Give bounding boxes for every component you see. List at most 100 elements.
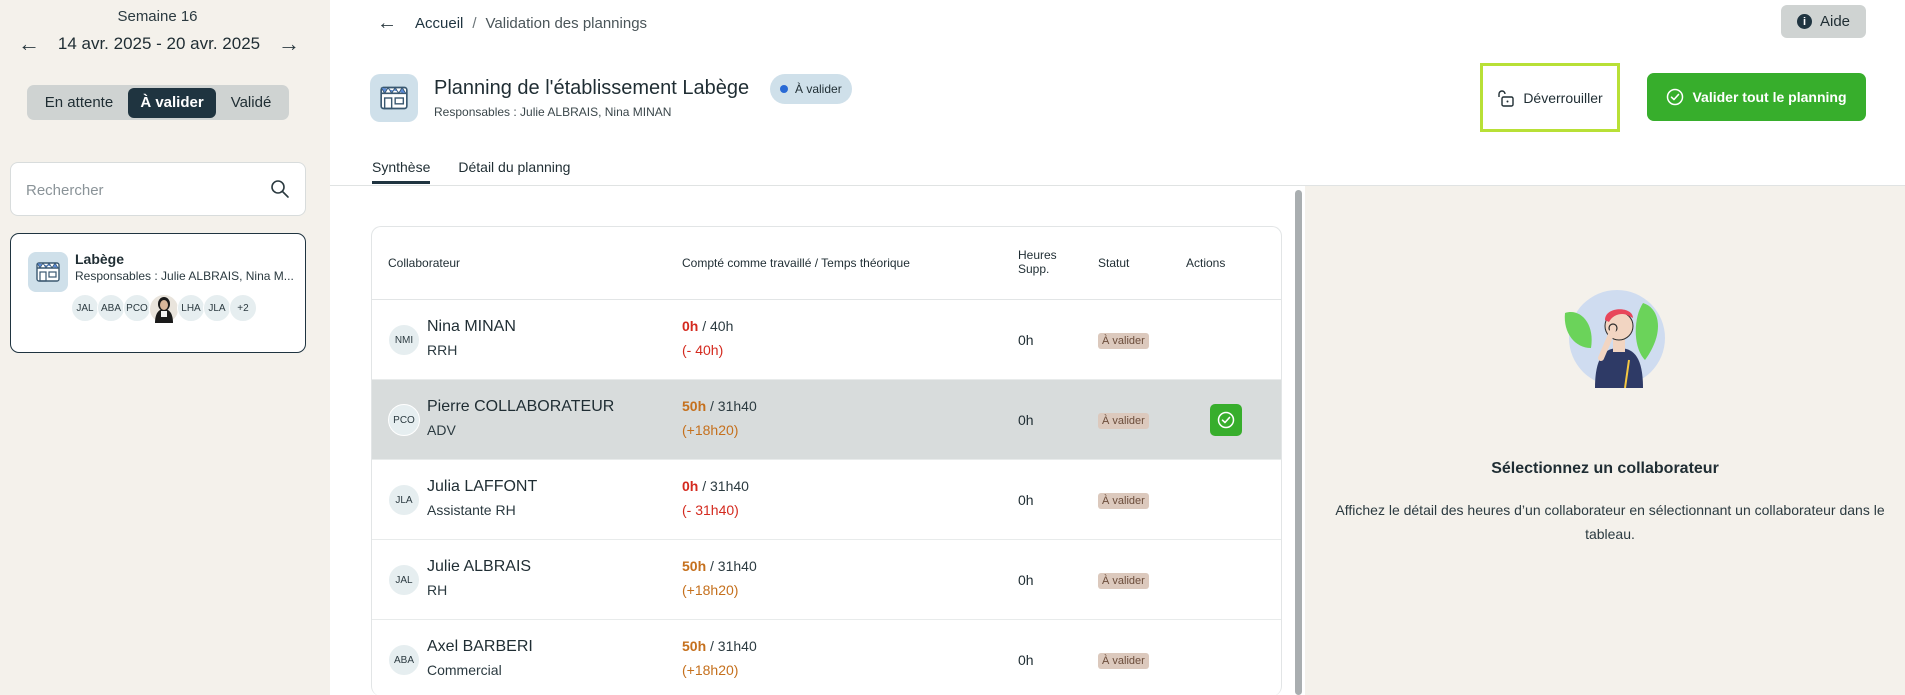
validate-all-button[interactable]: Valider tout le planning	[1647, 73, 1866, 121]
hours-diff: (+18h20)	[682, 422, 739, 438]
theoretical-hours: / 31h40	[698, 478, 749, 494]
collaborator-job: RH	[427, 582, 448, 598]
worked-time: 0h / 31h40	[682, 478, 749, 494]
collaborator-job: ADV	[427, 422, 456, 438]
header-collaborateur: Collaborateur	[388, 256, 461, 270]
theoretical-hours: / 31h40	[706, 638, 757, 654]
hours-diff: (- 40h)	[682, 342, 724, 358]
breadcrumb: ← Accueil / Validation des plannings	[377, 12, 647, 35]
worked-hours: 0h	[682, 478, 699, 494]
header-actions: Actions	[1186, 256, 1226, 270]
status-dot-icon	[780, 85, 788, 93]
status-filter: En attente À valider Validé	[27, 85, 289, 120]
collaborator-name: Axel BARBERI	[427, 638, 533, 655]
hours-diff: (+18h20)	[682, 582, 739, 598]
avatar: PCO	[123, 294, 151, 322]
collaborator-name: Julia LAFFONT	[427, 478, 538, 495]
sidebar: Semaine 16 ← 14 avr. 2025 - 20 avr. 2025…	[0, 0, 330, 695]
header-statut: Statut	[1098, 256, 1130, 270]
header-heures-line2: Supp.	[1018, 262, 1050, 276]
row-status-badge: À valider	[1098, 333, 1149, 349]
unlock-label: Déverrouiller	[1523, 89, 1603, 106]
overtime-hours: 0h	[1018, 332, 1034, 348]
hours-diff: (+18h20)	[682, 662, 739, 678]
avatar: JLA	[388, 484, 420, 516]
search-input[interactable]	[26, 177, 266, 203]
table-row[interactable]: ABA Axel BARBERI Commercial 50h / 31h40 …	[372, 620, 1281, 695]
unlock-icon	[1498, 89, 1515, 107]
page-responsables: Responsables : Julie ALBRAIS, Nina MINAN	[434, 105, 672, 119]
avatar: JAL	[388, 564, 420, 596]
tabs: Synthèse Détail du planning	[372, 159, 570, 184]
avatar-photo	[149, 294, 179, 324]
avatar: LHA	[177, 294, 205, 322]
detail-panel-title: Sélectionnez un collaborateur	[1491, 460, 1719, 477]
row-status-badge: À valider	[1098, 493, 1149, 509]
worked-time: 50h / 31h40	[682, 398, 757, 414]
detail-panel-text: Affichez le détail des heures d’un colla…	[1335, 502, 1885, 542]
validate-row-button[interactable]	[1210, 404, 1242, 436]
filter-valide[interactable]: Validé	[216, 88, 286, 118]
worked-hours: 50h	[682, 638, 707, 654]
table-row[interactable]: PCO Pierre COLLABORATEUR ADV 50h / 31h40…	[372, 380, 1281, 460]
header-compte: Compté comme travaillé / Temps théorique	[682, 256, 910, 270]
week-label: Semaine 16	[117, 8, 198, 25]
table-header: Collaborateur Compté comme travaillé / T…	[372, 227, 1281, 300]
collaborator-name: Julie ALBRAIS	[427, 558, 532, 575]
row-status-badge: À valider	[1098, 653, 1149, 669]
theoretical-hours: / 31h40	[706, 558, 757, 574]
prev-week-arrow-icon[interactable]: ←	[18, 32, 40, 56]
back-arrow-icon[interactable]: ←	[377, 12, 397, 35]
store-icon	[370, 74, 418, 122]
breadcrumb-current: Validation des plannings	[485, 15, 648, 32]
week-range: 14 avr. 2025 - 20 avr. 2025	[57, 34, 261, 53]
collaborator-job: Commercial	[427, 662, 502, 678]
collaborator-job: Assistante RH	[427, 502, 516, 518]
row-status-badge: À valider	[1098, 573, 1149, 589]
filter-a-valider[interactable]: À valider	[128, 87, 216, 118]
person-illustration-icon	[1564, 290, 1665, 388]
worked-time: 50h / 31h40	[682, 638, 757, 654]
status-badge: À valider	[770, 74, 852, 104]
filter-en-attente[interactable]: En attente	[30, 88, 128, 118]
search-icon[interactable]	[270, 179, 290, 199]
collaborators-table: Collaborateur Compté comme travaillé / T…	[371, 226, 1282, 695]
week-nav: ← 14 avr. 2025 - 20 avr. 2025 →	[18, 32, 300, 56]
table-row[interactable]: NMI Nina MINAN RRH 0h / 40h (- 40h) 0h À…	[372, 300, 1281, 380]
avatar: ABA	[97, 294, 125, 322]
check-circle-icon	[1217, 411, 1235, 429]
overtime-hours: 0h	[1018, 572, 1034, 588]
tab-detail-planning[interactable]: Détail du planning	[458, 159, 570, 184]
worked-hours: 0h	[682, 318, 699, 334]
avatar: JAL	[71, 294, 99, 322]
collaborator-name: Pierre COLLABORATEUR	[427, 398, 615, 415]
next-week-arrow-icon[interactable]: →	[278, 32, 300, 56]
overtime-hours: 0h	[1018, 412, 1034, 428]
table-row[interactable]: JLA Julia LAFFONT Assistante RH 0h / 31h…	[372, 460, 1281, 540]
info-icon: i	[1796, 14, 1812, 29]
detail-panel: Sélectionnez un collaborateur Affichez l…	[1305, 186, 1905, 695]
establishment-card[interactable]: Labège Responsables : Julie ALBRAIS, Nin…	[10, 233, 306, 353]
avatar: PCO	[388, 404, 420, 436]
table-scrollbar[interactable]	[1295, 190, 1302, 695]
avatar-more: +2	[229, 294, 257, 322]
table-row[interactable]: JAL Julie ALBRAIS RH 50h / 31h40 (+18h20…	[372, 540, 1281, 620]
help-button[interactable]: i Aide	[1781, 5, 1866, 38]
worked-hours: 50h	[682, 398, 707, 414]
status-badge-label: À valider	[795, 82, 842, 96]
worked-time: 0h / 40h	[682, 318, 733, 334]
overtime-hours: 0h	[1018, 652, 1034, 668]
check-circle-icon	[1667, 88, 1684, 106]
avatar: JLA	[203, 294, 231, 322]
breadcrumb-home-link[interactable]: Accueil	[415, 15, 463, 32]
help-label: Aide	[1819, 13, 1851, 30]
unlock-button[interactable]: Déverrouiller	[1480, 63, 1620, 132]
theoretical-hours: / 31h40	[706, 398, 757, 414]
row-status-badge: À valider	[1098, 413, 1149, 429]
card-responsables: Responsables : Julie ALBRAIS, Nina M...	[75, 269, 294, 283]
tab-synthese[interactable]: Synthèse	[372, 159, 431, 184]
worked-time: 50h / 31h40	[682, 558, 757, 574]
collaborator-name: Nina MINAN	[427, 318, 516, 335]
card-title: Labège	[75, 251, 125, 267]
store-icon	[28, 252, 68, 292]
